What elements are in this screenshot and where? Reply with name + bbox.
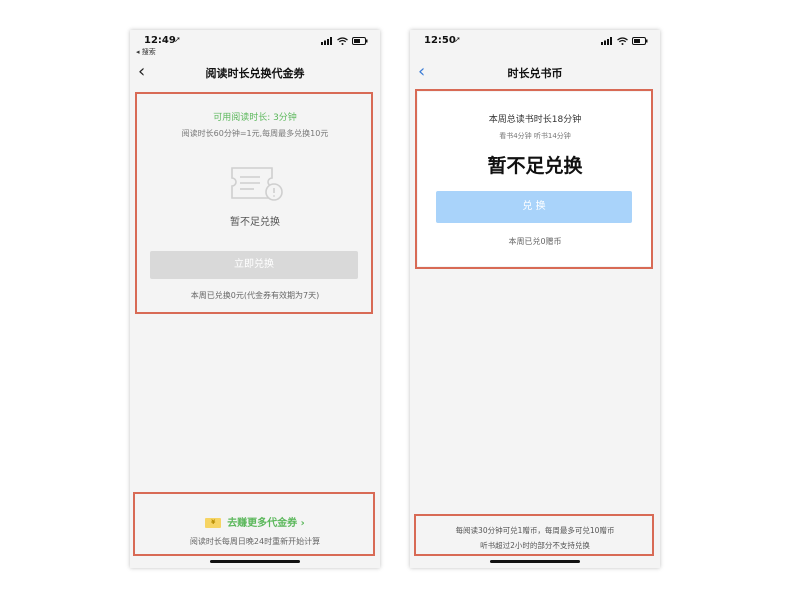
signal-icon xyxy=(601,37,612,45)
status-time: 12:50 xyxy=(424,35,456,46)
highlight-box-left-card xyxy=(135,92,373,314)
wifi-icon xyxy=(337,37,348,45)
highlight-box-left-bottom xyxy=(133,492,375,556)
home-indicator[interactable] xyxy=(490,560,580,563)
wifi-icon xyxy=(617,37,628,45)
page-title: 时长兑书币 xyxy=(507,67,563,80)
status-bar: 12:50 ➚ xyxy=(410,30,660,58)
location-arrow-icon: ➚ xyxy=(174,35,181,44)
home-indicator[interactable] xyxy=(210,560,300,563)
nav-bar: ‹ 时长兑书币 xyxy=(410,60,660,88)
signal-icon xyxy=(321,37,332,45)
status-bar: 12:49 ➚ ◂ 搜索 xyxy=(130,30,380,58)
location-arrow-icon: ➚ xyxy=(454,35,461,44)
battery-icon xyxy=(632,37,648,45)
highlight-box-right-card xyxy=(415,89,653,269)
nav-bar: ‹ 阅读时长兑换代金券 xyxy=(130,60,380,88)
status-time: 12:49 xyxy=(144,35,176,46)
back-to-search-link[interactable]: ◂ 搜索 xyxy=(136,47,156,57)
page-title: 阅读时长兑换代金券 xyxy=(205,67,305,80)
highlight-box-right-bottom xyxy=(414,514,654,556)
battery-icon xyxy=(352,37,368,45)
